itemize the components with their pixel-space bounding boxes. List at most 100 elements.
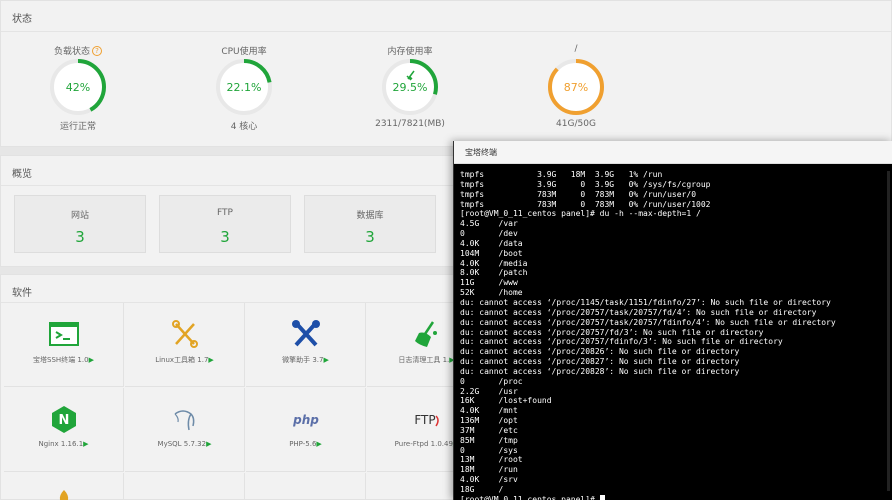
- play-arrow-icon[interactable]: ▶: [83, 440, 88, 448]
- overview-databases-count[interactable]: 3: [305, 228, 435, 246]
- nginx-logo-letter: N: [59, 413, 70, 428]
- terminal-line: du: cannot access ‘/proc/20827’: No such…: [460, 357, 740, 367]
- terminal-title-bar[interactable]: 宝塔终端: [454, 141, 892, 164]
- terminal-line: 104M /boot: [460, 248, 523, 258]
- gauge-ring: 42%: [50, 59, 106, 115]
- gauge-label: /: [574, 44, 578, 54]
- play-arrow-icon[interactable]: ▶: [89, 356, 94, 364]
- gauge-subtext: 41G/50G: [556, 119, 596, 129]
- terminal-line: tmpfs 783M 0 783M 0% /run/user/1002: [460, 199, 711, 209]
- terminal-line: tmpfs 3.9G 18M 3.9G 1% /run: [460, 170, 663, 179]
- terminal-line: 0 /proc: [460, 376, 523, 386]
- play-arrow-icon[interactable]: ▶: [316, 440, 321, 448]
- software-item-row3-2[interactable]: [125, 473, 245, 500]
- software-item-ssh-terminal[interactable]: 宝塔SSH终端 1.0▶: [4, 303, 124, 387]
- terminal-line: 136M /opt: [460, 416, 518, 426]
- terminal-line: 4.0K /media: [460, 258, 528, 268]
- terminal-line: 37M /etc: [460, 425, 518, 435]
- terminal-line: du: cannot access ‘/proc/20828’: No such…: [460, 366, 740, 376]
- terminal-line: du: cannot access ‘/proc/20757/task/2075…: [460, 317, 836, 327]
- overview-websites[interactable]: 网站 3: [14, 195, 146, 253]
- play-arrow-icon[interactable]: ▶: [206, 440, 211, 448]
- toolbox-icon: [172, 320, 198, 348]
- status-divider: [1, 31, 891, 32]
- overview-websites-count[interactable]: 3: [15, 228, 145, 246]
- software-item-label: Nginx 1.16.1▶: [38, 440, 89, 448]
- gauge-value: 42%: [66, 81, 90, 94]
- software-item-label: PHP-5.6▶: [289, 440, 322, 448]
- terminal-line: 52K /home: [460, 288, 523, 298]
- terminal-output[interactable]: tmpfs 3.9G 18M 3.9G 1% /run tmpfs 3.9G 0 …: [460, 170, 892, 500]
- software-item-label: 宝塔SSH终端 1.0▶: [33, 356, 94, 364]
- terminal-line: 85M /tmp: [460, 435, 518, 445]
- overview-websites-label: 网站: [70, 211, 89, 221]
- overview-databases[interactable]: 数据库 3: [304, 195, 436, 253]
- terminal-line: tmpfs 3.9G 0 3.9G 0% /sys/fs/cgroup: [460, 179, 711, 189]
- terminal-line: du: cannot access ‘/proc/20826’: No such…: [460, 347, 740, 357]
- terminal-line: 0 /dev: [460, 229, 518, 239]
- gauge-ring: 87%: [548, 59, 604, 115]
- terminal-line: du: cannot access ‘/proc/20757/task/2075…: [460, 307, 817, 317]
- overview-ftp[interactable]: FTP 3: [159, 195, 291, 253]
- help-icon[interactable]: ?: [92, 46, 102, 56]
- terminal-line: tmpfs 783M 0 783M 0% /run/user/0: [460, 189, 697, 199]
- software-item-row3-3[interactable]: [246, 473, 366, 500]
- terminal-line: 18G /: [460, 485, 504, 494]
- software-item-label: MySQL 5.7.32▶: [157, 440, 212, 448]
- terminal-scrollbar[interactable]: [887, 171, 890, 491]
- software-title: 软件: [12, 288, 32, 299]
- terminal-line: du: cannot access ‘/proc/1145/task/1151/…: [460, 297, 831, 307]
- software-item-weiqing-helper[interactable]: 微擎助手 3.7▶: [246, 303, 366, 387]
- nginx-icon: N: [52, 406, 76, 433]
- gauge-label: 内存使用率: [387, 47, 433, 57]
- terminal-line: du: cannot access ‘/proc/20757/fdinfo/3’…: [460, 337, 783, 347]
- php-logo-text: php: [292, 413, 319, 427]
- software-item-label: 微擎助手 3.7▶: [282, 356, 329, 364]
- terminal-prompt-line[interactable]: [root@VM_0_11_centos panel]#: [460, 494, 892, 500]
- terminal-window[interactable]: 宝塔终端 tmpfs 3.9G 18M 3.9G 1% /run tmpfs 3.…: [453, 141, 892, 500]
- terminal-line: du: cannot access ‘/proc/20757/fd/3’: No…: [460, 327, 764, 337]
- terminal-line: 4.0K /srv: [460, 475, 518, 485]
- software-item-linux-toolbox[interactable]: Linux工具箱 1.7▶: [125, 303, 245, 387]
- terminal-line: 18M /run: [460, 465, 518, 475]
- terminal-line: 8.0K /patch: [460, 268, 528, 278]
- gauge-label: CPU使用率: [221, 47, 267, 57]
- gauge-subtext: 2311/7821(MB): [375, 119, 445, 129]
- terminal-line: 16K /lost+found: [460, 396, 552, 406]
- status-title: 状态: [12, 14, 32, 25]
- ftp-logo-text: FTP: [414, 413, 435, 427]
- gauge-label: 负载状态?: [38, 44, 118, 57]
- overview-ftp-label: FTP: [217, 208, 233, 218]
- gauge-ring: 29.5%: [382, 59, 438, 115]
- terminal-line: 4.0K /data: [460, 238, 523, 248]
- software-item-nginx[interactable]: N Nginx 1.16.1▶: [4, 388, 124, 472]
- wrench-icon: [292, 320, 320, 347]
- overview-databases-label: 数据库: [356, 211, 384, 221]
- software-item-mysql[interactable]: MySQL 5.7.32▶: [125, 388, 245, 472]
- terminal-icon: [49, 322, 79, 346]
- gauge-subtext: 4 核心: [230, 122, 258, 132]
- software-item-row3-1[interactable]: [4, 473, 124, 500]
- gauge-value: 29.5%: [393, 81, 428, 94]
- terminal-line: [root@VM_0_11_centos panel]# du -h --max…: [460, 209, 701, 219]
- gauge-ring: 22.1%: [216, 59, 272, 115]
- terminal-line: 4.0K /mnt: [460, 406, 518, 416]
- broom-icon: [415, 321, 437, 347]
- terminal-line: 13M /root: [460, 455, 523, 465]
- flame-icon: [59, 490, 69, 500]
- terminal-line: 2.2G /usr: [460, 386, 518, 396]
- terminal-title: 宝塔终端: [465, 148, 497, 157]
- gauge-value: 22.1%: [227, 81, 262, 94]
- terminal-line: 11G /www: [460, 278, 518, 288]
- overview-title: 概览: [12, 169, 32, 180]
- terminal-line: 4.5G /var: [460, 219, 518, 229]
- software-item-php[interactable]: php PHP-5.6▶: [246, 388, 366, 472]
- play-arrow-icon[interactable]: ▶: [208, 356, 213, 364]
- mysql-icon: [174, 410, 195, 431]
- terminal-prompt: [root@VM_0_11_centos panel]#: [460, 494, 600, 500]
- play-arrow-icon[interactable]: ▶: [323, 356, 328, 364]
- ftp-icon: FTP: [414, 413, 439, 427]
- software-item-label: Linux工具箱 1.7▶: [155, 356, 214, 364]
- terminal-line: 0 /sys: [460, 445, 518, 455]
- overview-ftp-count[interactable]: 3: [160, 228, 290, 246]
